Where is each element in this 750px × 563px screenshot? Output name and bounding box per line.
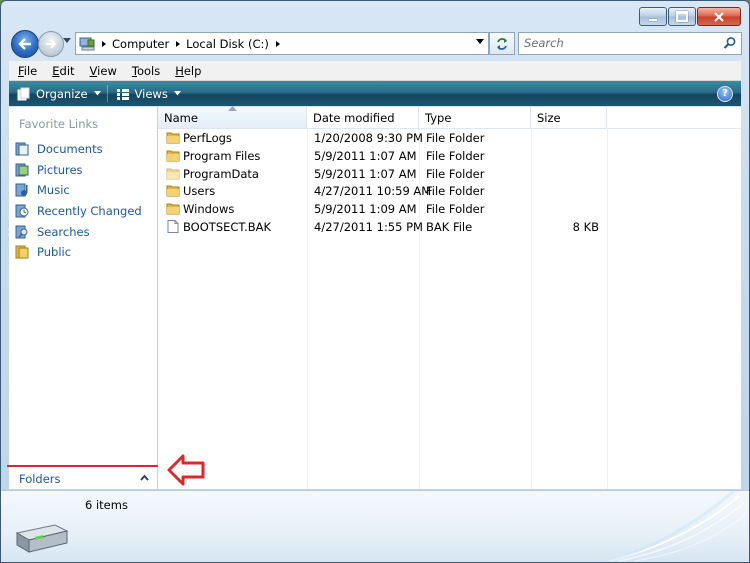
recent-pages-dropdown-icon[interactable] (63, 38, 71, 44)
menu-tools[interactable]: Tools (123, 64, 166, 78)
forward-arrow-icon (46, 39, 57, 49)
file-row-perflogs[interactable]: PerfLogs 1/20/2008 9:30 PM File Folder (158, 129, 607, 147)
folder-icon (166, 131, 180, 144)
file-rows: PerfLogs 1/20/2008 9:30 PM File Folder P… (158, 129, 607, 236)
chevron-right-icon[interactable] (274, 40, 282, 48)
music-icon (15, 183, 28, 197)
sort-ascending-icon (228, 106, 237, 111)
annotation-arrow-icon (167, 454, 205, 486)
favorite-link-public[interactable]: Public (15, 242, 142, 263)
folder-icon (166, 149, 180, 162)
favorite-link-searches[interactable]: Searches (15, 221, 142, 242)
folders-toggle[interactable]: Folders (9, 469, 157, 489)
search-icon[interactable] (723, 36, 737, 50)
file-list: Name Date modified Type Size PerfLogs 1/… (158, 106, 741, 489)
column-header-date-modified[interactable]: Date modified (307, 107, 419, 128)
column-header-type[interactable]: Type (419, 107, 531, 128)
item-count: 6 items (85, 498, 128, 512)
details-pane: 6 items (1, 490, 749, 562)
close-icon (714, 11, 724, 22)
breadcrumb-computer[interactable]: Computer (108, 37, 174, 51)
recently-changed-icon (15, 204, 29, 218)
maximize-icon (676, 11, 688, 22)
favorite-link-documents[interactable]: Documents (15, 139, 142, 160)
chevron-down-icon (173, 91, 181, 96)
folder-icon (166, 167, 180, 180)
menu-bar: File Edit View Tools Help (9, 61, 741, 81)
minimize-button[interactable] (639, 7, 667, 26)
menu-edit[interactable]: Edit (43, 64, 80, 78)
breadcrumb: Computer Local Disk (C:) (95, 37, 282, 51)
public-folder-icon (15, 245, 29, 259)
hard-drive-icon (15, 524, 69, 553)
column-divider (607, 128, 608, 489)
back-arrow-icon (18, 38, 31, 50)
folder-icon (166, 184, 180, 197)
address-bar[interactable]: Computer Local Disk (C:) (75, 32, 489, 55)
chevron-right-icon[interactable] (100, 40, 108, 48)
views-icon (116, 88, 129, 100)
annotation-underline (7, 465, 159, 467)
column-headers: Name Date modified Type Size (158, 106, 741, 129)
file-row-windows[interactable]: Windows 5/9/2011 1:09 AM File Folder (158, 200, 607, 218)
favorite-link-recently-changed[interactable]: Recently Changed (15, 201, 142, 222)
pictures-icon (15, 163, 29, 177)
folder-icon (166, 202, 180, 215)
refresh-button[interactable] (489, 32, 515, 55)
chevron-down-icon (93, 91, 101, 96)
file-row-programdata[interactable]: ProgramData 5/9/2011 1:07 AM File Folder (158, 165, 607, 183)
favorite-links-list: Documents Pictures Music Recently Change… (15, 139, 142, 263)
organize-button[interactable]: Organize (9, 87, 107, 101)
favorite-link-music[interactable]: Music (15, 180, 142, 201)
chevron-up-icon (140, 474, 149, 481)
command-bar: Organize Views ? (9, 81, 741, 106)
refresh-icon (497, 37, 507, 50)
close-button[interactable] (697, 7, 741, 26)
searches-icon (15, 225, 28, 239)
views-button[interactable]: Views (108, 87, 187, 101)
file-icon (166, 219, 180, 233)
address-dropdown-icon[interactable] (476, 39, 484, 45)
menu-help[interactable]: Help (166, 64, 207, 78)
minimize-icon (649, 18, 657, 21)
search-placeholder: Search (524, 36, 564, 50)
navigation-bar: Computer Local Disk (C:) Search (1, 29, 749, 58)
chevron-right-icon[interactable] (174, 40, 182, 48)
navigation-pane: Favorite Links Documents Pictures Music … (7, 107, 159, 489)
decorative-swoosh (598, 491, 748, 562)
breadcrumb-local-disk[interactable]: Local Disk (C:) (182, 37, 274, 51)
explorer-window: Computer Local Disk (C:) Search File Edi… (0, 0, 750, 563)
documents-icon (15, 142, 29, 156)
maximize-button[interactable] (668, 7, 696, 26)
forward-button[interactable] (38, 31, 64, 57)
search-box[interactable]: Search (518, 32, 742, 55)
menu-view[interactable]: View (81, 64, 123, 78)
back-button[interactable] (11, 30, 39, 58)
column-header-name[interactable]: Name (158, 106, 307, 128)
help-button[interactable]: ? (717, 86, 733, 102)
file-row-bootsect-bak[interactable]: BOOTSECT.BAK 4/27/2011 1:55 PM BAK File … (158, 218, 607, 236)
favorite-links-title: Favorite Links (19, 117, 99, 131)
menu-file[interactable]: File (9, 64, 43, 78)
file-row-program-files[interactable]: Program Files 5/9/2011 1:07 AM File Fold… (158, 147, 607, 165)
column-header-size[interactable]: Size (531, 107, 607, 128)
computer-icon (79, 37, 95, 50)
file-row-users[interactable]: Users 4/27/2011 10:59 AM File Folder (158, 182, 607, 200)
caption-buttons (639, 7, 741, 26)
organize-icon (17, 87, 30, 100)
favorite-link-pictures[interactable]: Pictures (15, 160, 142, 181)
